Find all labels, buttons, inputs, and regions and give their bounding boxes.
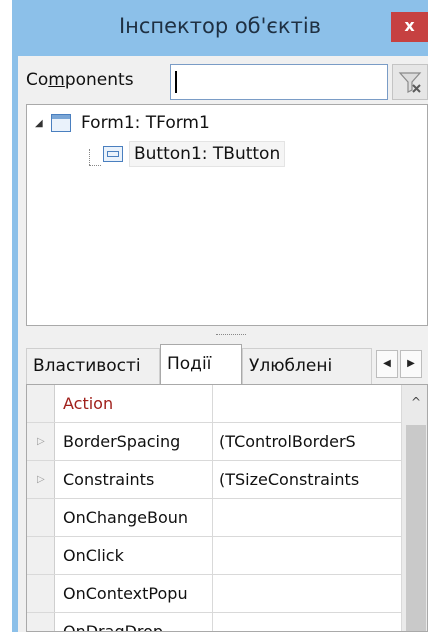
tab-properties[interactable]: Властивості [26,348,160,384]
tree-node-form1[interactable]: Form1: TForm1 [51,111,214,135]
event-value[interactable] [215,613,387,631]
event-value[interactable] [215,499,387,537]
vertical-scrollbar[interactable]: ^ [401,385,427,631]
tree-connector [89,165,101,166]
form-icon [51,114,71,132]
grid-row-oncontextpopup[interactable]: OnContextPopu [27,575,427,613]
tree-node-label: Form1: TForm1 [81,113,210,133]
chevron-right-icon[interactable]: ▶ [400,350,422,378]
inspector-client-area: Components ◢ Form1: TForm1 Button1: TBut… [18,56,428,632]
expand-arrow-icon[interactable]: ▷ [37,436,45,447]
grid-row-action[interactable]: Action [27,385,427,423]
splitter-handle[interactable] [26,328,428,342]
tree-connector [89,149,90,165]
grid-row-borderspacing[interactable]: ▷ BorderSpacing (TControlBorderS [27,423,427,461]
scrollbar-thumb[interactable] [406,425,426,631]
object-inspector-window: Інспектор об'єктів x Components ◢ Form1:… [12,0,428,632]
property-value[interactable]: (TSizeConstraints [215,461,387,499]
event-value[interactable] [215,385,387,423]
chevron-left-icon[interactable]: ◀ [376,350,398,378]
event-name: OnContextPopu [61,575,213,613]
tree-node-label: Button1: TButton [129,141,286,167]
event-value[interactable] [215,537,387,575]
components-label-part1: Co [26,70,49,90]
components-label-part2: ponents [64,70,134,90]
window-title: Інспектор об'єктів [118,14,322,38]
event-name: OnDragDrop [61,613,213,631]
tree-node-button1[interactable]: Button1: TButton [103,141,286,167]
tree-expand-icon[interactable]: ◢ [35,118,43,129]
events-grid: Action ▷ BorderSpacing (TControlBorderS … [26,384,428,632]
chevron-up-icon[interactable]: ^ [402,385,427,419]
event-name: OnClick [61,537,213,575]
grid-row-onchangebounds[interactable]: OnChangeBoun [27,499,427,537]
event-value[interactable] [215,575,387,613]
property-value[interactable]: (TControlBorderS [215,423,387,461]
property-name: BorderSpacing [61,423,213,461]
grid-row-onclick[interactable]: OnClick [27,537,427,575]
components-search-input[interactable] [170,64,388,100]
tab-events[interactable]: Події [160,344,242,384]
grid-row-ondragdrop[interactable]: OnDragDrop [27,613,427,631]
components-label-accel: m [48,70,65,90]
button-icon [103,146,123,162]
tab-favorites[interactable]: Улюблені [242,348,372,384]
tab-strip: Властивості Події Улюблені ◀ ▶ [26,344,428,384]
close-button[interactable]: x [391,12,428,42]
title-bar[interactable]: Інспектор об'єктів x [12,0,428,56]
filter-clear-button[interactable] [392,64,428,100]
components-label: Components [26,70,134,90]
grid-row-constraints[interactable]: ▷ Constraints (TSizeConstraints [27,461,427,499]
component-tree[interactable]: ◢ Form1: TForm1 Button1: TButton [26,104,428,326]
grip-icon [216,334,246,336]
text-caret [175,71,177,93]
funnel-clear-icon [398,72,422,93]
property-name: Constraints [61,461,213,499]
expand-arrow-icon[interactable]: ▷ [37,474,45,485]
event-name: Action [61,385,213,423]
event-name: OnChangeBoun [61,499,213,537]
